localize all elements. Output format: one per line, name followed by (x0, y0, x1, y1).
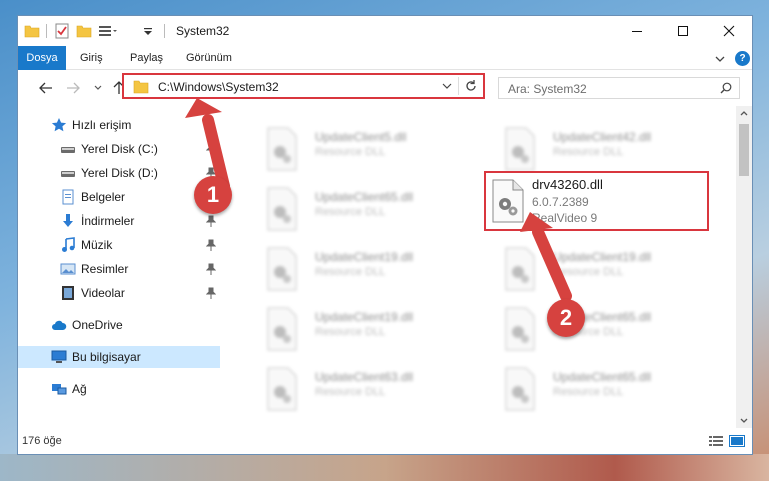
annotation-arrows (185, 98, 572, 302)
step-1-badge: 1 (194, 176, 232, 214)
step-2-badge: 2 (547, 299, 585, 337)
